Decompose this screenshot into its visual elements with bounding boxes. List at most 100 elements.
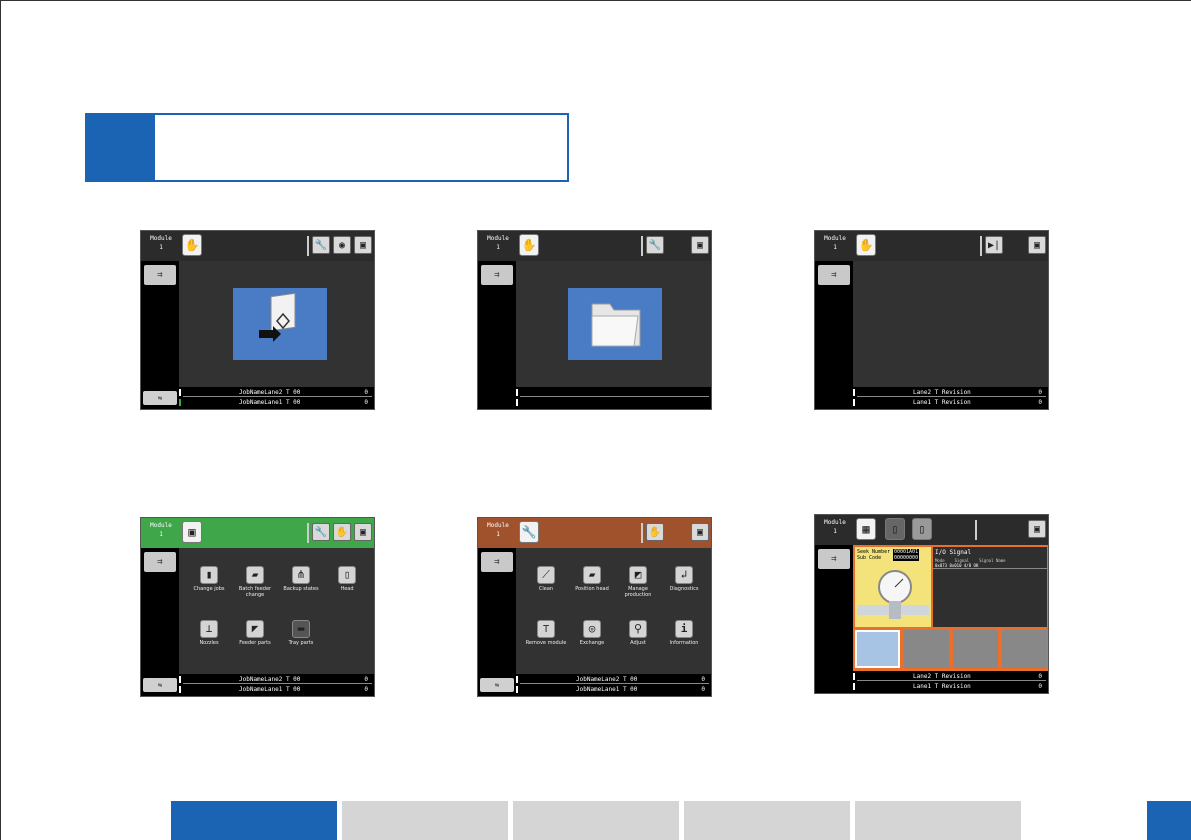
remove-module-button[interactable]: ⊤ Remove module: [522, 620, 570, 654]
change-jobs-button[interactable]: ▮ Change jobs: [185, 566, 233, 600]
screen-thumbnail-6: Module 1 ▦ ▯ ▯ ▣ ⇉ Seek Number Sub Code 0…: [814, 514, 1049, 694]
adjust-icon: ⚲: [629, 620, 647, 638]
lane-switch-button[interactable]: ⇆: [480, 678, 514, 692]
menu-icon[interactable]: ▣: [1028, 520, 1046, 538]
io-signal-panel: I/O Signal Mode Signal Signal Name 0x073 0…: [933, 547, 1047, 627]
status-row: JobNameLane2 T 00 0: [516, 675, 711, 684]
nav-tab-5[interactable]: [855, 801, 1021, 840]
diagnostics-button[interactable]: ↲ Diagnostics: [660, 566, 708, 600]
side-panel: ⇉: [478, 548, 516, 678]
main-area: Seek Number Sub Code 00001A01 00000000 I…: [853, 545, 1048, 672]
conveyor-icon[interactable]: ⇉: [481, 265, 513, 285]
position-head-icon: ▰: [583, 566, 601, 584]
nozzle-icon: ⊥: [200, 620, 218, 638]
conveyor-icon[interactable]: ⇉: [144, 265, 176, 285]
nav-tab-2[interactable]: [342, 801, 508, 840]
diagnostics-icon: ↲: [675, 566, 693, 584]
document-tab-icon[interactable]: ▯: [885, 518, 905, 540]
module-indicator: Module 1: [487, 235, 509, 251]
side-panel: ⇉: [478, 261, 516, 391]
position-head-button[interactable]: ▰ Position head: [568, 566, 616, 600]
menu-icon[interactable]: ▣: [1028, 236, 1046, 254]
wrench-icon[interactable]: 🔧: [646, 236, 664, 254]
menu-icon[interactable]: ▣: [691, 236, 709, 254]
io-signal-title: I/O Signal: [935, 549, 972, 556]
status-row: Lane1 T Revision 0: [853, 398, 1048, 407]
main-area: [516, 261, 711, 388]
page: Module 1 ✋ 🔧 ◉ ▣ ⇉ ⇆ JobNameLane2 T 00 0 J…: [0, 0, 1191, 840]
screen-topbar: Module 1 🔧 ✋ ▣: [478, 518, 711, 548]
side-panel: ⇉: [815, 261, 853, 391]
nozzles-button[interactable]: ⊥ Nozzles: [185, 620, 233, 654]
step-adjust-icon[interactable]: [953, 630, 998, 668]
wrench-icon[interactable]: 🔧: [312, 523, 330, 541]
lane-switch-button[interactable]: ⇆: [143, 391, 177, 405]
main-area: [853, 261, 1048, 388]
nav-tab-3[interactable]: [513, 801, 679, 840]
folder-panel[interactable]: [568, 288, 662, 360]
production-icon[interactable]: ✋: [333, 523, 351, 541]
step-unit-icon[interactable]: [855, 630, 900, 668]
manage-production-button[interactable]: ◩ Manage production: [614, 566, 662, 600]
screen-topbar: Module 1 ✋ 🔧 ◉ ▣: [141, 231, 374, 261]
module-indicator: Module 1: [487, 522, 509, 538]
menu-icon[interactable]: ▣: [354, 523, 372, 541]
exchange-button[interactable]: ◎ Exchange: [568, 620, 616, 654]
pressure-gauge-icon: [857, 570, 929, 619]
screen-thumbnail-4: Module 1 ▣ 🔧 ✋ ▣ ⇉ ▮ Change jobs ▰ Batch fe…: [140, 517, 375, 697]
production-icon[interactable]: ✋: [646, 523, 664, 541]
side-panel: ⇉: [141, 261, 179, 391]
nav-tab-4[interactable]: [684, 801, 850, 840]
lane-switch-button[interactable]: ⇆: [143, 678, 177, 692]
menu-icon[interactable]: ▣: [691, 523, 709, 541]
production-tab-icon[interactable]: ✋: [182, 234, 202, 256]
box-tab-icon[interactable]: ▦: [856, 518, 876, 540]
login-panel[interactable]: [233, 288, 327, 360]
status-row: JobNameLane1 T 00 0: [179, 398, 374, 407]
gauge-panel: Seek Number Sub Code 00001A01 00000000: [855, 547, 931, 627]
feeder-icon: ▰: [246, 566, 264, 584]
io-signal-row[interactable]: 0x073 0x010 4/8 OK: [933, 563, 1047, 569]
side-panel: ⇉: [141, 548, 179, 678]
adjust-button[interactable]: ⚲ Adjust: [614, 620, 662, 654]
skip-icon[interactable]: ▶|: [985, 236, 1003, 254]
screen-thumbnail-5: Module 1 🔧 ✋ ▣ ⇉ ⟋ Clean ▰ Position head ◩ M…: [477, 517, 712, 697]
production-tab-icon[interactable]: ✋: [856, 234, 876, 256]
status-row: Lane1 T Revision 0: [853, 682, 1048, 691]
conveyor-icon[interactable]: ⇉: [818, 265, 850, 285]
batch-feeder-change-button[interactable]: ▰ Batch feeder change: [231, 566, 279, 600]
setup-tab-icon[interactable]: ▣: [182, 521, 202, 543]
conveyor-icon[interactable]: ⇉: [818, 549, 850, 569]
document-list-tab-icon[interactable]: ▯: [912, 518, 932, 540]
conveyor-icon[interactable]: ⇉: [144, 552, 176, 572]
step-replace-icon[interactable]: [1002, 630, 1047, 668]
screen-thumbnail-3: Module 1 ✋ ▶| ▣ ⇉ Lane2 T Revision 0 Lane1…: [814, 230, 1049, 410]
head-button[interactable]: ▯ Head: [323, 566, 371, 600]
screen-topbar: Module 1 ✋ ▶| ▣: [815, 231, 1048, 261]
nav-tab-1[interactable]: [171, 801, 337, 840]
production-tab-icon[interactable]: ✋: [519, 234, 539, 256]
status-row: Lane2 T Revision 0: [853, 672, 1048, 681]
info-icon: i: [675, 620, 693, 638]
information-button[interactable]: i Information: [660, 620, 708, 654]
module-indicator: Module 1: [824, 235, 846, 251]
maintenance-tab-icon[interactable]: 🔧: [519, 521, 539, 543]
folder-icon: [591, 303, 641, 347]
conveyor-icon[interactable]: ⇉: [481, 552, 513, 572]
wrench-icon[interactable]: 🔧: [312, 236, 330, 254]
side-panel: ⇉: [815, 545, 853, 675]
status-row: JobNameLane1 T 00 0: [516, 685, 711, 694]
backup-states-button[interactable]: ⋔ Backup states: [277, 566, 325, 600]
module-indicator: Module 1: [150, 522, 172, 538]
tray-parts-button[interactable]: ▬ Tray parts: [277, 620, 325, 654]
screen-thumbnail-1: Module 1 ✋ 🔧 ◉ ▣ ⇉ ⇆ JobNameLane2 T 00 0 J…: [140, 230, 375, 410]
step-tools-icon[interactable]: [904, 630, 949, 668]
backup-icon: ⋔: [292, 566, 310, 584]
settings-icon[interactable]: ◉: [333, 236, 351, 254]
section-marker: [87, 115, 155, 180]
screen-topbar: Module 1 ✋ 🔧 ▣: [478, 231, 711, 261]
clean-button[interactable]: ⟋ Clean: [522, 566, 570, 600]
feeder-parts-button[interactable]: ◤ Feeder parts: [231, 620, 279, 654]
menu-icon[interactable]: ▣: [354, 236, 372, 254]
screen-thumbnail-2: Module 1 ✋ 🔧 ▣ ⇉: [477, 230, 712, 410]
